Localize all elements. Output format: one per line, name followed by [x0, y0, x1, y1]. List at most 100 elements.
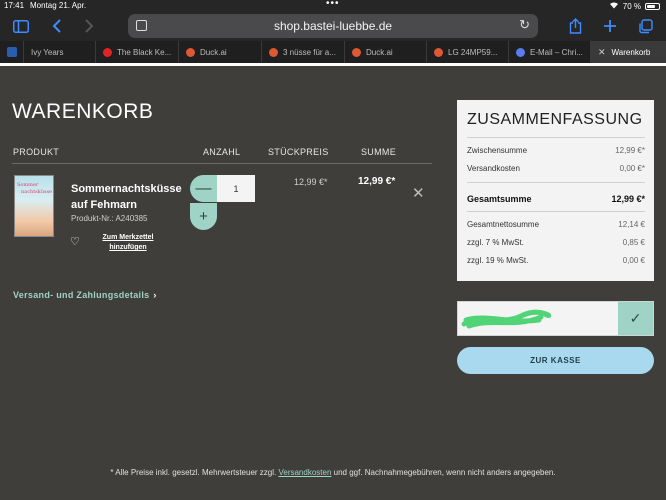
order-summary-panel: ZUSAMMENFASSUNG Zwischensumme 12,99 €* V…	[457, 100, 654, 281]
tab-warenkorb[interactable]: ✕ Warenkorb	[591, 41, 666, 63]
minus-icon: —	[195, 179, 212, 197]
reload-icon[interactable]: ↻	[519, 17, 530, 33]
quantity-input[interactable]: 1	[217, 175, 255, 202]
tab-label: Duck.ai	[366, 47, 393, 57]
summary-row-vat-19: zzgl. 19 % MwSt. 0,00 €	[467, 256, 645, 265]
summary-total-value: 12,99 €*	[611, 194, 645, 204]
summary-divider	[467, 182, 645, 183]
apply-voucher-button[interactable]: ✓	[618, 302, 653, 335]
summary-label: zzgl. 19 % MwSt.	[467, 256, 529, 265]
tab-label: Duck.ai	[200, 47, 227, 57]
chevron-right-icon: ›	[153, 290, 157, 300]
youtube-icon	[103, 47, 112, 57]
tab-duck-ai-2[interactable]: Duck.ai	[345, 41, 427, 63]
mail-icon	[516, 47, 525, 57]
summary-row-subtotal: Zwischensumme 12,99 €*	[467, 146, 645, 155]
redaction-scribble	[461, 309, 552, 329]
voucher-code-field[interactable]: ✓	[457, 301, 654, 336]
plus-icon: +	[199, 208, 208, 225]
product-name[interactable]: Sommernachtsküsse auf Fehmarn	[71, 181, 183, 213]
book-cover-image[interactable]: Sommer nachtsküsse	[14, 175, 54, 237]
summary-value: 0,00 €	[622, 256, 645, 265]
tab-lg-monitor[interactable]: LG 24MP59...	[427, 41, 509, 63]
footnote-text: * Alle Preise inkl. gesetzl. Mehrwertste…	[110, 468, 277, 477]
browser-toolbar: shop.bastei-luebbe.de ↻	[0, 11, 666, 41]
site-header-strip	[0, 63, 666, 66]
quantity-increase-button[interactable]: +	[190, 203, 217, 230]
share-icon[interactable]	[564, 15, 586, 37]
wifi-icon	[609, 1, 619, 11]
table-divider	[12, 163, 432, 164]
tab-bar: Ivy Years The Black Ke... Duck.ai 3 nüss…	[0, 41, 666, 63]
summary-row-total: Gesamtsumme 12,99 €*	[467, 194, 645, 204]
tab-ivy-years[interactable]: Ivy Years	[24, 41, 96, 63]
line-sum: 12,99 €*	[358, 176, 396, 187]
heart-icon[interactable]: ♡	[70, 235, 80, 248]
tab-email[interactable]: E-Mail – Chri...	[509, 41, 591, 63]
summary-label: Gesamtnettosumme	[467, 220, 540, 229]
back-icon[interactable]	[46, 15, 68, 37]
cover-art-text: nachtsküsse	[21, 189, 53, 195]
address-url: shop.bastei-luebbe.de	[273, 19, 393, 33]
battery-fill	[647, 4, 656, 8]
multitasking-dots-icon[interactable]: •••	[326, 0, 340, 9]
product-number: Produkt-Nr.: A240385	[71, 214, 148, 223]
column-unit-price: STÜCKPREIS	[268, 147, 329, 157]
pinned-tab-icon	[7, 47, 17, 57]
address-bar[interactable]: shop.bastei-luebbe.de ↻	[128, 14, 538, 38]
summary-row-vat-7: zzgl. 7 % MwSt. 0,85 €	[467, 238, 645, 247]
tab-duck-ai-1[interactable]: Duck.ai	[179, 41, 262, 63]
summary-divider	[467, 137, 645, 138]
tab-overview-icon[interactable]	[634, 15, 656, 37]
quantity-decrease-button[interactable]: —	[190, 175, 217, 202]
summary-total-label: Gesamtsumme	[467, 194, 532, 204]
cover-art-text: Sommer	[17, 182, 39, 188]
status-time: 17:41	[4, 1, 25, 10]
shipping-link-label: Versand- und Zahlungsdetails	[13, 290, 150, 300]
unit-price: 12,99 €*	[294, 177, 328, 187]
duckduckgo-icon	[269, 47, 278, 57]
tab-label: E-Mail – Chri...	[530, 47, 583, 57]
checkmark-icon: ✓	[629, 310, 642, 326]
tab-label: The Black Ke...	[117, 47, 172, 57]
shipping-payment-details-link[interactable]: Versand- und Zahlungsdetails ›	[13, 290, 157, 300]
summary-value: 12,14 €	[618, 220, 645, 229]
duckduckgo-icon	[434, 47, 443, 57]
column-quantity: ANZAHL	[203, 147, 241, 157]
new-tab-icon[interactable]	[599, 15, 621, 37]
checkout-button[interactable]: ZUR KASSE	[457, 347, 654, 374]
summary-title: ZUSAMMENFASSUNG	[467, 111, 643, 128]
battery-percent: 70 %	[622, 1, 641, 11]
summary-label: Versandkosten	[467, 164, 520, 173]
shipping-costs-link[interactable]: Versandkosten	[278, 468, 331, 477]
price-footnote: * Alle Preise inkl. gesetzl. Mehrwertste…	[0, 468, 666, 477]
pinned-tab[interactable]	[0, 41, 24, 63]
page-title: WARENKORB	[12, 100, 154, 123]
duckduckgo-icon	[352, 47, 361, 57]
status-bar: 17:41 Montag 21. Apr. ••• 70 %	[0, 0, 666, 11]
close-tab-icon[interactable]: ✕	[598, 47, 606, 58]
summary-label: zzgl. 7 % MwSt.	[467, 238, 524, 247]
tab-label: Warenkorb	[611, 47, 651, 57]
tab-3-nuesse[interactable]: 3 nüsse für a...	[262, 41, 345, 63]
summary-value: 0,00 €*	[619, 164, 645, 173]
remove-item-icon[interactable]: ✕	[412, 184, 425, 202]
summary-value: 12,99 €*	[615, 146, 645, 155]
column-sum: SUMME	[361, 147, 396, 157]
summary-row-shipping: Versandkosten 0,00 €*	[467, 164, 645, 173]
duckduckgo-icon	[186, 47, 195, 57]
forward-icon[interactable]	[78, 15, 100, 37]
add-to-wishlist-link[interactable]: Zum Merkzettel hinzufügen	[100, 233, 156, 253]
footnote-text: und ggf. Nachnahmegebühren, wenn nicht a…	[333, 468, 556, 477]
status-date: Montag 21. Apr.	[30, 1, 87, 10]
battery-icon	[645, 2, 660, 10]
tab-black-ke[interactable]: The Black Ke...	[96, 41, 179, 63]
sidebar-icon[interactable]	[10, 15, 32, 37]
tab-label: 3 nüsse für a...	[283, 47, 336, 57]
summary-divider	[467, 211, 645, 212]
status-right: 70 %	[609, 1, 660, 11]
column-product: PRODUKT	[13, 147, 60, 157]
summary-row-net: Gesamtnettosumme 12,14 €	[467, 220, 645, 229]
summary-label: Zwischensumme	[467, 146, 528, 155]
tab-label: LG 24MP59...	[448, 47, 498, 57]
